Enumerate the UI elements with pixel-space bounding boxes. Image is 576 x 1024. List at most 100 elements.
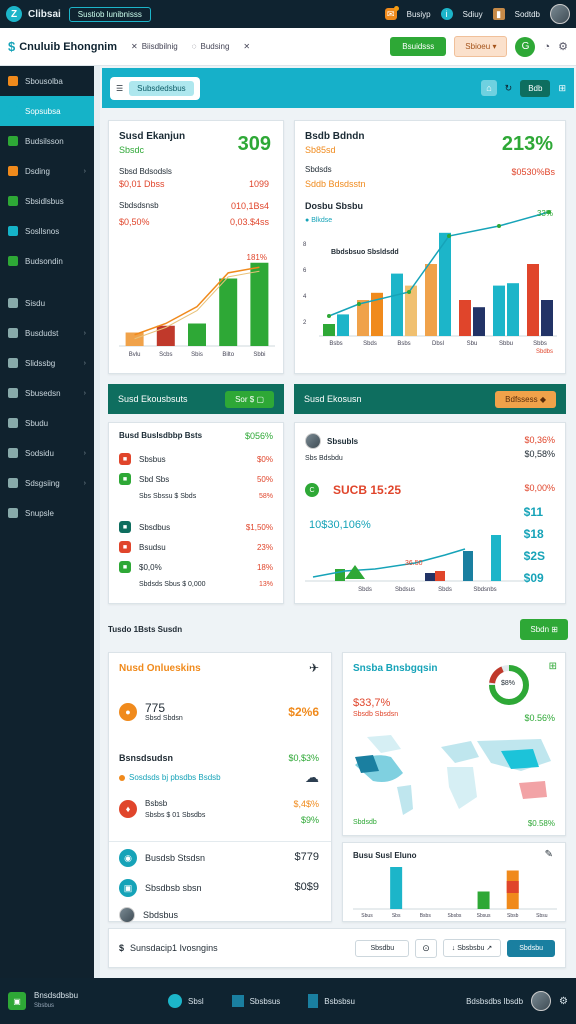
sidebar-item-12[interactable]: Sodsidu › <box>0 438 94 468</box>
list-item-icon: ■ <box>119 473 131 485</box>
pen-icon[interactable]: ✎ <box>545 849 553 860</box>
bar-series-1 <box>391 273 403 336</box>
user-avatar[interactable] <box>550 4 570 24</box>
person-row-2[interactable]: ▣ Sbsdbsb sbsn <box>119 879 202 897</box>
info-icon[interactable]: i <box>440 8 453 20</box>
nav-link-2[interactable]: ◌ Budsing <box>192 42 230 51</box>
sidebar-item-8[interactable]: Busdudst › <box>0 318 94 348</box>
top-link-1[interactable]: Busiyp <box>407 10 431 19</box>
person-label: Busdsb Stsdsn <box>145 853 206 863</box>
map-icon: ☁ <box>305 769 319 785</box>
sidebar-item-1[interactable]: Sopsubsa <box>0 96 94 126</box>
bar-series-2 <box>507 283 519 336</box>
sidebar-item-10[interactable]: Sbusedsn › <box>0 378 94 408</box>
sidebar-item-label: Sodsidu <box>25 448 54 458</box>
user-icon[interactable]: ◔ <box>543 41 550 53</box>
person-row-1[interactable]: ◉ Busdsb Stsdsn <box>119 849 205 867</box>
sidebar-item-5[interactable]: Sosllsnos <box>0 216 94 246</box>
sort-button[interactable]: ↓ Sbsbsbu ↗ <box>442 939 502 957</box>
refresh-icon[interactable]: ↻ <box>505 83 513 94</box>
dollar-icon: $ <box>119 943 125 953</box>
value-2: $0,58% <box>524 449 555 459</box>
secondary-button-label: Sbioeu <box>465 42 491 51</box>
sidebar-item-icon <box>8 328 18 338</box>
list-item[interactable]: ■ Sbsdbus $1,50% <box>119 517 273 537</box>
add-icon[interactable]: G <box>515 36 536 57</box>
row-label-4: $0,50% <box>119 217 150 227</box>
grid-icon[interactable]: ⊞ <box>558 83 566 94</box>
apply-button[interactable]: Sbdsbu <box>507 939 555 957</box>
bag-icon: ▣ <box>119 879 137 897</box>
big-stat-percent: $0,00% <box>524 483 555 493</box>
book-icon[interactable]: ▮ <box>492 8 505 20</box>
person-label: Sbsdbsb sbsn <box>145 883 202 893</box>
footer-button-1[interactable]: Sbsl <box>168 994 204 1008</box>
sidebar-item-3[interactable]: Dsding › <box>0 156 94 186</box>
app-icon[interactable]: ▣ <box>8 992 26 1010</box>
list-item-sub-value: 13% <box>258 580 273 588</box>
primary-button[interactable]: Bsuidsss <box>390 37 447 56</box>
top-link-2[interactable]: Sdiuy <box>463 10 483 19</box>
sidebar-item-7[interactable]: Sisdu <box>0 288 94 318</box>
sidebar-item-4[interactable]: Sbsidlsbus <box>0 186 94 216</box>
avatar <box>119 907 135 923</box>
bullet-icon <box>119 774 125 781</box>
online-card: Nusd Onlueskins ✈ ● 775 Sbsd Sbdsn $2%6 B… <box>108 652 332 923</box>
header-button[interactable]: Bdb <box>520 79 551 97</box>
search-icon[interactable]: ⊙ <box>415 938 437 958</box>
bar-series-2 <box>473 307 485 336</box>
header-bar: ☰ Subsdedsbus ⌂ ↻ Bdb ⊞ <box>102 68 574 108</box>
nav-link-1[interactable]: ✕ Biisdbilnig <box>131 42 178 51</box>
bar <box>250 262 269 346</box>
sidebar-item-9[interactable]: Slidssbg › <box>0 348 94 378</box>
section-button[interactable]: Bdfssess ◆ <box>495 390 556 408</box>
settings-icon[interactable]: ⚙ <box>559 996 568 1007</box>
key-sub-value: $9% <box>300 815 319 825</box>
person-row-3[interactable]: Sbdsbus <box>119 907 178 923</box>
list-item[interactable]: ■ $0,0% 18% <box>119 557 273 577</box>
band-button[interactable]: Sbdn ⊞ <box>520 618 568 640</box>
section-header-1: Susd Ekousbsuts Sor $ ▢ <box>108 384 284 414</box>
sidebar-item-0[interactable]: Sbousolba <box>0 66 94 96</box>
footer-brand-name: Bnsdsdbsbu <box>34 991 79 1000</box>
sidebar-item-6[interactable]: Budsondin <box>0 246 94 276</box>
brand[interactable]: $ Cnuluib Ehongnim <box>8 39 117 54</box>
sidebar-item-2[interactable]: Budsilsson <box>0 126 94 156</box>
y-tick-label: 8 <box>303 242 307 248</box>
footer-button-3[interactable]: Bsbsbsu <box>308 994 355 1008</box>
x-tick-label: Sbds <box>438 587 452 593</box>
sidebar-item-label: Sbousolba <box>25 76 63 86</box>
header-tab[interactable]: Subsdedsbus <box>129 80 194 96</box>
workspace-pill[interactable]: Sustiob lunibnisss <box>68 6 151 22</box>
footer: ▣ Bnsdsdbsbu Sbsbus Sbsl Sbsbsus Bsbsbsu … <box>0 978 576 1024</box>
chart-annotation: Bbdsbsuo Sbsldsdd <box>331 249 399 256</box>
chart-icon[interactable]: ⌂ <box>481 80 497 96</box>
sidebar-item-icon <box>8 166 18 176</box>
settings-icon[interactable]: ⚙ <box>558 40 568 53</box>
card-title: Nusd Onlueskins <box>119 663 201 674</box>
grid-icon[interactable]: ⊞ <box>549 661 557 672</box>
secondary-button[interactable]: Sbioeu ▾ <box>454 36 508 57</box>
list-item[interactable]: ■ Sbsbus $0% <box>119 449 273 469</box>
header-tabs[interactable]: ☰ Subsdedsbus <box>110 76 200 100</box>
sidebar-item-label: Sopsubsa <box>25 106 61 116</box>
card-value: 213% <box>501 133 553 155</box>
list-item-sub: Sbdsds Sbus $ 0,000 13% <box>119 577 273 591</box>
notification-icon[interactable]: ✉ <box>384 6 399 20</box>
footer-avatar[interactable] <box>531 991 552 1011</box>
plane-icon[interactable]: ✈ <box>309 661 319 675</box>
sidebar-item-13[interactable]: Sdsgsiing › <box>0 468 94 498</box>
list-item[interactable]: ■ Sbd Sbs 50% <box>119 469 273 489</box>
close-icon[interactable]: ✕ <box>243 42 250 51</box>
sidebar-item-11[interactable]: Sbudu <box>0 408 94 438</box>
filter-button[interactable]: Sbsdbu <box>355 939 410 957</box>
sidebar-item-icon <box>8 196 18 206</box>
legend-row[interactable]: Sosdsds bj pbsdbs Bsdsb <box>119 773 221 782</box>
footer-button-2[interactable]: Sbsbsus <box>231 995 280 1007</box>
sidebar-item-label: Busdudst <box>25 328 59 338</box>
top-link-3[interactable]: Sodtdb <box>515 10 540 19</box>
sidebar-item-14[interactable]: Snupsle <box>0 498 94 528</box>
section-button[interactable]: Sor $ ▢ <box>225 390 274 408</box>
footer-brand: Bnsdsdbsbu Sbsbus <box>34 991 78 1011</box>
list-item[interactable]: ■ Bsudsu 23% <box>119 537 273 557</box>
